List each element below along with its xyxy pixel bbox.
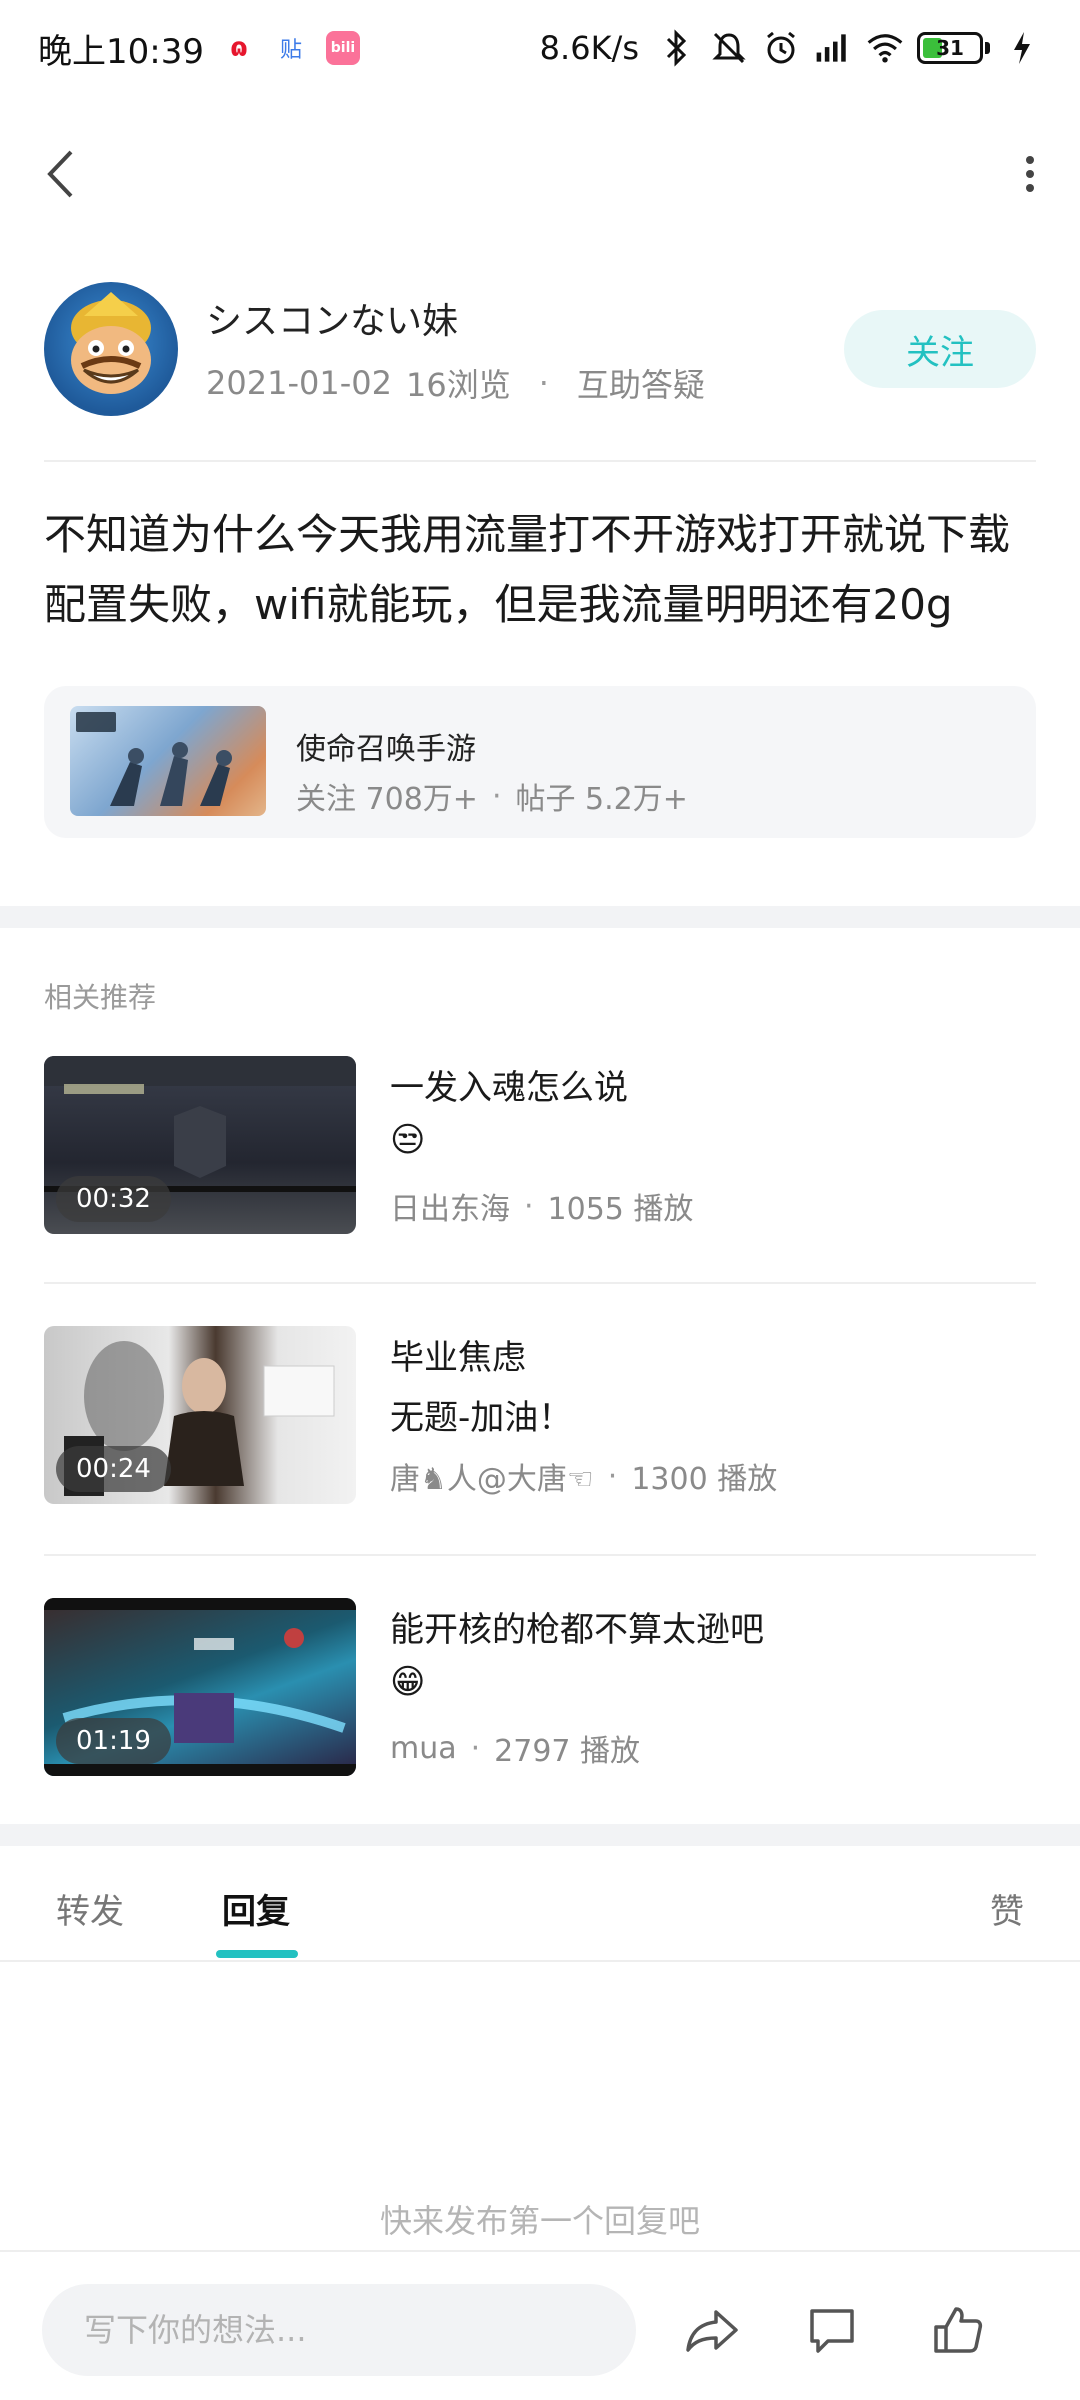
game-posts: 帖子 5.2万+ xyxy=(515,782,688,817)
video-duration: 00:24 xyxy=(56,1446,171,1492)
video-author: mua xyxy=(390,1730,457,1766)
divider xyxy=(44,1554,1036,1556)
list-item[interactable]: 00:24 毕业焦虑 无题-加油！ 唐♞人@大唐☜ · 1300 播放 xyxy=(44,1326,1036,1504)
comment-input[interactable] xyxy=(42,2284,636,2376)
video-meta: 唐♞人@大唐☜ · 1300 播放 xyxy=(390,1454,777,1498)
status-bar: 晚上10:39 ɷ 贴 bili 8.6K/s 31 xyxy=(0,0,1080,96)
post-date: 2021-01-02 xyxy=(206,364,392,402)
reply-tabs: 转发 回复 赞 xyxy=(0,1846,1080,1960)
related-section-title: 相关推荐 xyxy=(44,981,157,1014)
follow-button[interactable]: 关注 xyxy=(844,310,1036,388)
video-meta: mua · 2797 播放 xyxy=(390,1726,640,1770)
tab-like[interactable]: 赞 xyxy=(990,1884,1024,1933)
list-item[interactable]: 00:32 一发入魂怎么说 😒 日出东海 · 1055 播放 xyxy=(44,1056,1036,1234)
game-name: 使命召唤手游 xyxy=(296,732,476,767)
video-author: 唐♞人@大唐☜ xyxy=(390,1462,594,1497)
game-cover-image xyxy=(70,706,266,816)
post-content: 不知道为什么今天我用流量打不开游戏打开就说下载配置失败，wifi就能玩，但是我流… xyxy=(44,510,1011,629)
video-subtitle: 😁 xyxy=(390,1662,426,1702)
game-followers: 关注 708万+ xyxy=(296,782,478,817)
thumbs-up-icon[interactable] xyxy=(918,2290,998,2370)
wifi-icon xyxy=(865,28,905,68)
video-plays: 1300 播放 xyxy=(631,1462,778,1497)
video-duration: 00:32 xyxy=(56,1176,171,1222)
video-title: 一发入魂怎么说 xyxy=(390,1068,628,1108)
divider xyxy=(44,460,1036,462)
divider xyxy=(44,1282,1036,1284)
game-card[interactable]: 使命召唤手游 关注 708万+ · 帖子 5.2万+ xyxy=(44,686,1036,838)
video-thumbnail: 01:19 xyxy=(44,1598,356,1776)
tieba-icon: 贴 xyxy=(279,38,302,63)
bilibili-icon: bili xyxy=(325,31,360,65)
section-divider xyxy=(0,1824,1080,1846)
empty-replies-text: 快来发布第一个回复吧 xyxy=(379,2202,700,2240)
video-plays: 2797 播放 xyxy=(494,1734,641,1769)
more-vertical-icon[interactable] xyxy=(1010,144,1050,204)
author-meta: 2021-01-02 16浏览 · 互助答疑 xyxy=(206,360,705,406)
battery-icon: 31 xyxy=(917,32,983,64)
game-stats: 关注 708万+ · 帖子 5.2万+ xyxy=(296,774,688,818)
video-subtitle: 无题-加油！ xyxy=(390,1398,573,1438)
divider xyxy=(0,1960,1080,1962)
video-title: 能开核的枪都不算太逊吧 xyxy=(390,1610,764,1650)
video-subtitle: 😒 xyxy=(390,1120,426,1160)
charging-icon xyxy=(1002,28,1042,68)
battery-level: 31 xyxy=(936,36,964,60)
network-speed: 8.6K/s xyxy=(539,29,639,67)
share-icon[interactable] xyxy=(672,2290,752,2370)
video-meta: 日出东海 · 1055 播放 xyxy=(390,1184,693,1228)
chevron-left-icon[interactable] xyxy=(38,144,82,204)
status-time: 晚上10:39 xyxy=(38,31,204,72)
section-divider xyxy=(0,906,1080,928)
tab-forward[interactable]: 转发 xyxy=(56,1884,124,1933)
video-plays: 1055 播放 xyxy=(547,1192,694,1227)
mute-icon xyxy=(709,28,749,68)
comment-icon[interactable] xyxy=(792,2290,872,2370)
author-row: シスコンない妹 2021-01-02 16浏览 · 互助答疑 关注 xyxy=(44,282,1036,422)
list-item[interactable]: 01:19 能开核的枪都不算太逊吧 😁 mua · 2797 播放 xyxy=(44,1598,1036,1776)
video-author: 日出东海 xyxy=(390,1192,510,1227)
video-duration: 01:19 xyxy=(56,1718,171,1764)
weibo-icon: ɷ xyxy=(230,33,248,63)
post-category[interactable]: 互助答疑 xyxy=(577,360,705,406)
signal-icon xyxy=(813,28,853,68)
bottom-action-bar xyxy=(0,2250,1080,2400)
alarm-icon xyxy=(761,28,801,68)
active-tab-indicator xyxy=(216,1950,298,1958)
video-title: 毕业焦虑 xyxy=(390,1338,526,1378)
tab-reply[interactable]: 回复 xyxy=(222,1884,290,1933)
avatar[interactable] xyxy=(44,282,178,416)
author-name[interactable]: シスコンない妹 xyxy=(206,292,458,344)
top-nav xyxy=(0,120,1080,230)
bluetooth-icon xyxy=(657,28,697,68)
view-count: 16浏览 xyxy=(405,366,511,404)
video-thumbnail: 00:32 xyxy=(44,1056,356,1234)
video-thumbnail: 00:24 xyxy=(44,1326,356,1504)
